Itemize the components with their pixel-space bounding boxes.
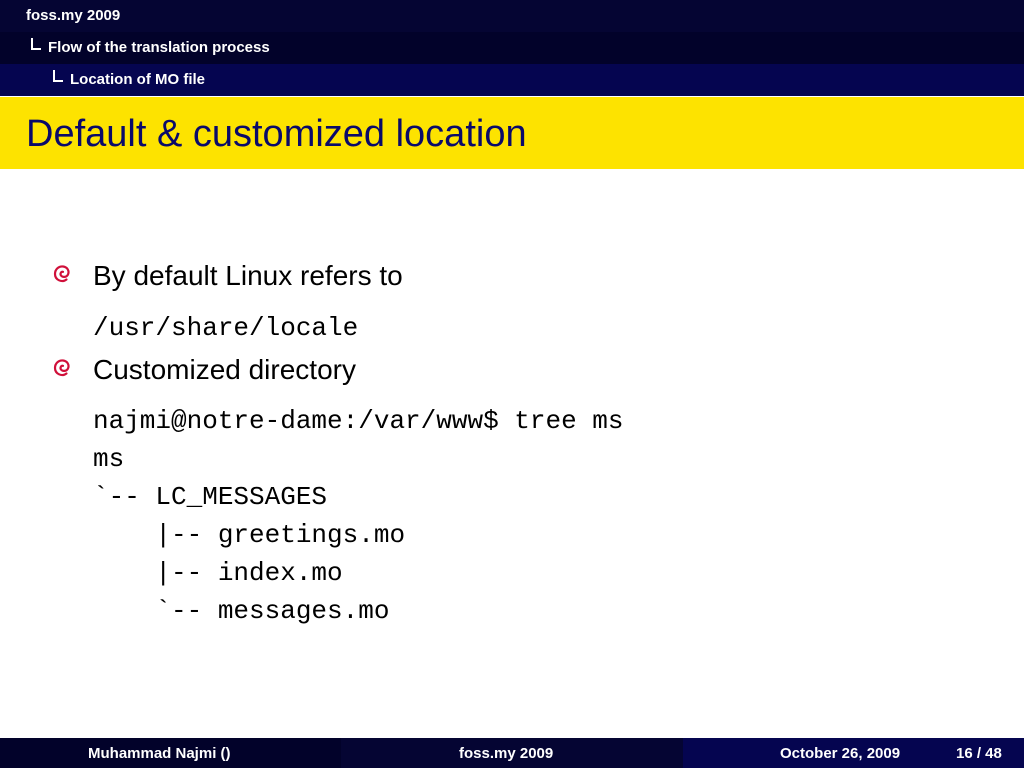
header-subsubsection-title[interactable]: Location of MO file (70, 71, 205, 88)
bullet-text: By default Linux refers to (93, 260, 403, 291)
code-line: najmi@notre-dame:/var/www$ tree ms (93, 406, 624, 436)
header-subsection-title[interactable]: Flow of the translation process (48, 39, 270, 56)
header-subsection-bar: Flow of the translation process (0, 32, 1024, 64)
footer-date: October 26, 2009 (780, 745, 901, 762)
debian-swirl-icon (53, 359, 70, 377)
code-line: ms (93, 444, 125, 474)
footer-event-segment: foss.my 2009 (341, 738, 683, 768)
footer-date-segment: October 26, 2009 16 / 48 (683, 738, 1024, 768)
header-subsubsection-bar: Location of MO file (0, 64, 1024, 96)
slide-title: Default & customized location (26, 113, 527, 155)
tree-branch-icon (31, 38, 41, 50)
code-line: `-- LC_MESSAGES (93, 482, 328, 512)
header-section-bar: foss.my 2009 (0, 0, 1024, 32)
footer-event: foss.my 2009 (459, 745, 554, 762)
header-section-title[interactable]: foss.my 2009 (26, 7, 120, 24)
code-line: `-- messages.mo (93, 596, 390, 626)
title-bar: Default & customized location (0, 97, 1024, 169)
debian-swirl-icon (53, 265, 70, 283)
code-line: /usr/share/locale (93, 313, 359, 343)
code-line: |-- greetings.mo (93, 520, 406, 550)
footer: Muhammad Najmi () foss.my 2009 October 2… (0, 738, 1024, 768)
footer-author: Muhammad Najmi () (88, 745, 231, 762)
code-line: |-- index.mo (93, 558, 343, 588)
footer-author-segment: Muhammad Najmi () (0, 738, 341, 768)
bullet-text: Customized directory (93, 354, 356, 385)
tree-branch-icon (53, 70, 63, 82)
footer-page-number: 16 / 48 (956, 745, 1002, 762)
